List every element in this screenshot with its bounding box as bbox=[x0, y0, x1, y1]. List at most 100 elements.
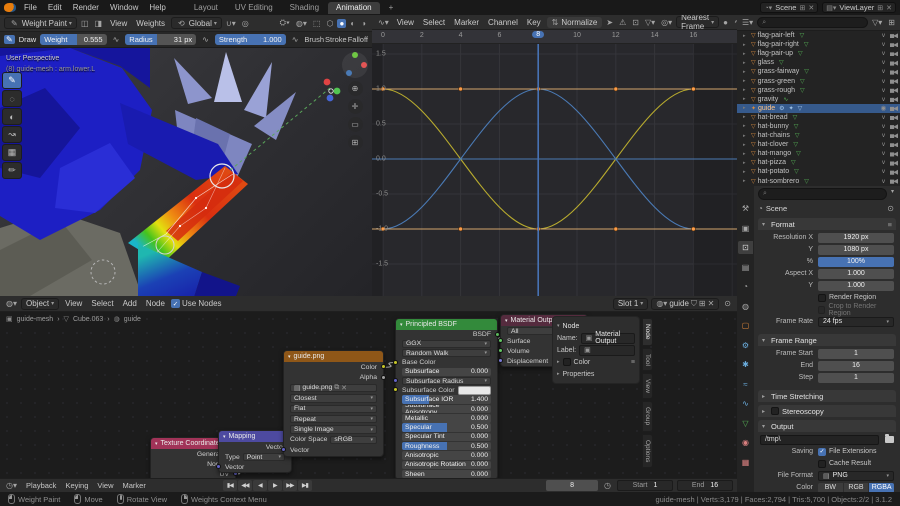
socket-color[interactable] bbox=[381, 364, 386, 370]
eye-closed-icon[interactable]: v bbox=[879, 141, 888, 148]
properties-tab-material[interactable]: ◉ bbox=[738, 436, 753, 449]
disclosure-triangle-icon[interactable]: ▸ bbox=[743, 87, 749, 93]
folder-icon[interactable] bbox=[885, 434, 894, 443]
graph-menu-view[interactable]: View bbox=[393, 17, 418, 28]
scene-selector[interactable]: ◔▾ Scene ⊞ ✕ bbox=[760, 2, 819, 13]
topbar-menu-render[interactable]: Render bbox=[68, 2, 104, 13]
outliner-search-input[interactable]: ⌕ bbox=[757, 17, 869, 28]
orientation-selector[interactable]: ⟲ Global ▾ bbox=[171, 17, 222, 29]
node-menu-view[interactable]: View bbox=[61, 298, 86, 309]
timeline-menu-playback[interactable]: Playback bbox=[22, 481, 60, 490]
average-brush-icon[interactable]: ◐ bbox=[2, 108, 22, 125]
graph-menu-channel[interactable]: Channel bbox=[484, 17, 522, 28]
section-chevron-icon[interactable]: ▾ bbox=[762, 221, 768, 228]
frame-ruler-14[interactable]: 14 bbox=[651, 32, 659, 39]
section-chevron-icon[interactable]: ▸ bbox=[762, 408, 768, 415]
properties-search-input[interactable]: ⌕ bbox=[758, 188, 887, 200]
camera-render-toggle-icon[interactable] bbox=[890, 60, 898, 66]
value-field[interactable]: 100% bbox=[818, 256, 894, 267]
section-header[interactable]: ▸ Stereoscopy bbox=[758, 405, 896, 417]
strength-pressure-icon[interactable]: ∿ bbox=[290, 35, 301, 44]
properties-tab-texture[interactable]: ▦ bbox=[738, 456, 753, 469]
shading-solid-icon[interactable]: ● bbox=[337, 18, 347, 28]
camera-render-toggle-icon[interactable] bbox=[890, 33, 898, 39]
topbar-menu-help[interactable]: Help bbox=[144, 2, 170, 13]
node-slider[interactable]: Specular 0.500 bbox=[402, 423, 491, 432]
material-selector[interactable]: ◍▾ guide ⛉ ⊞ ✕ bbox=[651, 297, 720, 310]
draw-brush-icon[interactable]: ✎ bbox=[2, 72, 22, 89]
segment-bw[interactable]: BW bbox=[818, 482, 843, 492]
color-swatch[interactable] bbox=[457, 386, 491, 395]
next-keyframe-button[interactable]: ▶▶ bbox=[282, 480, 297, 491]
gradient-tool-icon[interactable]: ▦ bbox=[2, 144, 22, 161]
eye-open-icon[interactable]: ◉ bbox=[879, 104, 888, 112]
unlink-material-icon[interactable]: ✕ bbox=[708, 299, 715, 308]
shading-material-icon[interactable]: ◐ bbox=[348, 19, 357, 28]
properties-tab-world[interactable]: ◍ bbox=[738, 300, 753, 313]
node-dropdown[interactable]: Repeat ▾ bbox=[290, 414, 377, 424]
overlays-dropdown-icon[interactable]: ◍▾ bbox=[294, 19, 309, 28]
strength-slider[interactable]: Strength 1.000 bbox=[214, 34, 286, 45]
camera-render-toggle-icon[interactable] bbox=[890, 97, 898, 102]
node-slider[interactable]: Sheen 0.000 bbox=[402, 469, 491, 478]
jump-to-end-button[interactable]: ▶▮ bbox=[297, 480, 312, 491]
graph-menu-key[interactable]: Key bbox=[523, 17, 545, 28]
eye-closed-icon[interactable]: v bbox=[879, 87, 888, 94]
shading-wireframe-icon[interactable]: ⬡ bbox=[324, 19, 335, 28]
pin-icon[interactable]: ⊙ bbox=[722, 299, 733, 308]
disclosure-triangle-icon[interactable]: ▸ bbox=[743, 51, 749, 57]
outliner-item-hat-pizza[interactable]: ▸ ▽ hat-pizza ▽ v bbox=[737, 158, 900, 167]
gizmo-dropdown-icon[interactable]: ⛭▾ bbox=[278, 18, 292, 28]
output-path-field[interactable]: /tmp\ bbox=[760, 434, 879, 445]
disclosure-triangle-icon[interactable]: ▸ bbox=[743, 169, 749, 175]
socket-base-color[interactable] bbox=[393, 359, 398, 365]
eye-closed-icon[interactable]: v bbox=[879, 96, 888, 103]
section-chevron-icon[interactable]: ▾ bbox=[762, 423, 768, 430]
properties-tab-view-layer[interactable]: ▤ bbox=[738, 261, 753, 274]
disclosure-triangle-icon[interactable]: ▸ bbox=[743, 78, 749, 84]
disclosure-triangle-icon[interactable]: ▸ bbox=[743, 114, 749, 120]
socket-vector[interactable] bbox=[281, 447, 286, 453]
segment-rgba[interactable]: RGBA bbox=[869, 482, 895, 492]
value-field[interactable]: 1 bbox=[818, 348, 894, 359]
camera-render-toggle-icon[interactable] bbox=[890, 124, 898, 130]
vertex-mask-toggle-icon[interactable]: ◨ bbox=[93, 19, 105, 28]
normalize-toggle[interactable]: ⇅ Normalize bbox=[546, 16, 603, 28]
section-chevron-icon[interactable]: ▾ bbox=[762, 337, 768, 344]
outliner-item-grass-rough[interactable]: ▸ ▽ grass-rough ▽ v bbox=[737, 86, 900, 95]
properties-tab-physics[interactable]: ≈ bbox=[738, 378, 753, 391]
frame-ruler-2[interactable]: 2 bbox=[420, 32, 424, 39]
outliner-display-mode-icon[interactable]: ☰▾ bbox=[740, 18, 755, 27]
prev-keyframe-button[interactable]: ◀◀ bbox=[237, 480, 252, 491]
node-dropdown[interactable]: Closest ▾ bbox=[290, 394, 377, 403]
camera-render-toggle-icon[interactable] bbox=[890, 151, 898, 157]
outliner-item-flag-pair-up[interactable]: ▸ ▽ flag-pair-up ▽ v bbox=[737, 49, 900, 58]
eye-closed-icon[interactable]: v bbox=[879, 150, 888, 157]
collapse-chevron-icon[interactable]: ▾ bbox=[505, 318, 508, 324]
npanel-color-label[interactable]: Color bbox=[574, 359, 591, 366]
weight-slider[interactable]: Weight 0.555 bbox=[40, 34, 107, 45]
snap-mode-selector[interactable]: Nearest Frame ▾ bbox=[676, 15, 720, 31]
node-dropdown[interactable]: Subsurface Radius ▾ bbox=[402, 376, 491, 386]
disclosure-triangle-icon[interactable]: ▸ bbox=[743, 69, 749, 75]
camera-render-toggle-icon[interactable] bbox=[890, 69, 898, 75]
topbar-menu-window[interactable]: Window bbox=[105, 2, 143, 13]
outliner-filter-icon[interactable]: ▽▾ bbox=[870, 18, 884, 27]
workspace-tab-shading[interactable]: Shading bbox=[282, 2, 327, 14]
camera-view-icon[interactable]: ▭ bbox=[347, 117, 363, 132]
copy-keyframes-icon[interactable]: ⊡ bbox=[630, 18, 641, 27]
workspace-tab-animation[interactable]: Animation bbox=[328, 1, 380, 14]
timeline-menu-keying[interactable]: Keying bbox=[61, 481, 92, 490]
camera-render-toggle-icon[interactable] bbox=[890, 51, 898, 57]
outliner-item-flag-pair-right[interactable]: ▸ ▽ flag-pair-right ▽ v bbox=[737, 40, 900, 49]
value-field[interactable]: 1920 px bbox=[818, 232, 894, 243]
npanel-tab-group[interactable]: Group bbox=[642, 401, 653, 432]
socket-volume[interactable] bbox=[498, 348, 503, 353]
checkbox[interactable] bbox=[818, 293, 826, 302]
filter-icon[interactable]: ▽▾ bbox=[643, 18, 657, 27]
checkbox[interactable] bbox=[818, 459, 826, 468]
blur-brush-icon[interactable]: ◌ bbox=[2, 90, 22, 107]
shading-rendered-icon[interactable]: ◑ bbox=[359, 19, 368, 28]
camera-render-toggle-icon[interactable] bbox=[890, 87, 898, 93]
dropdown-field[interactable]: 24 fps ▾ bbox=[818, 316, 894, 327]
